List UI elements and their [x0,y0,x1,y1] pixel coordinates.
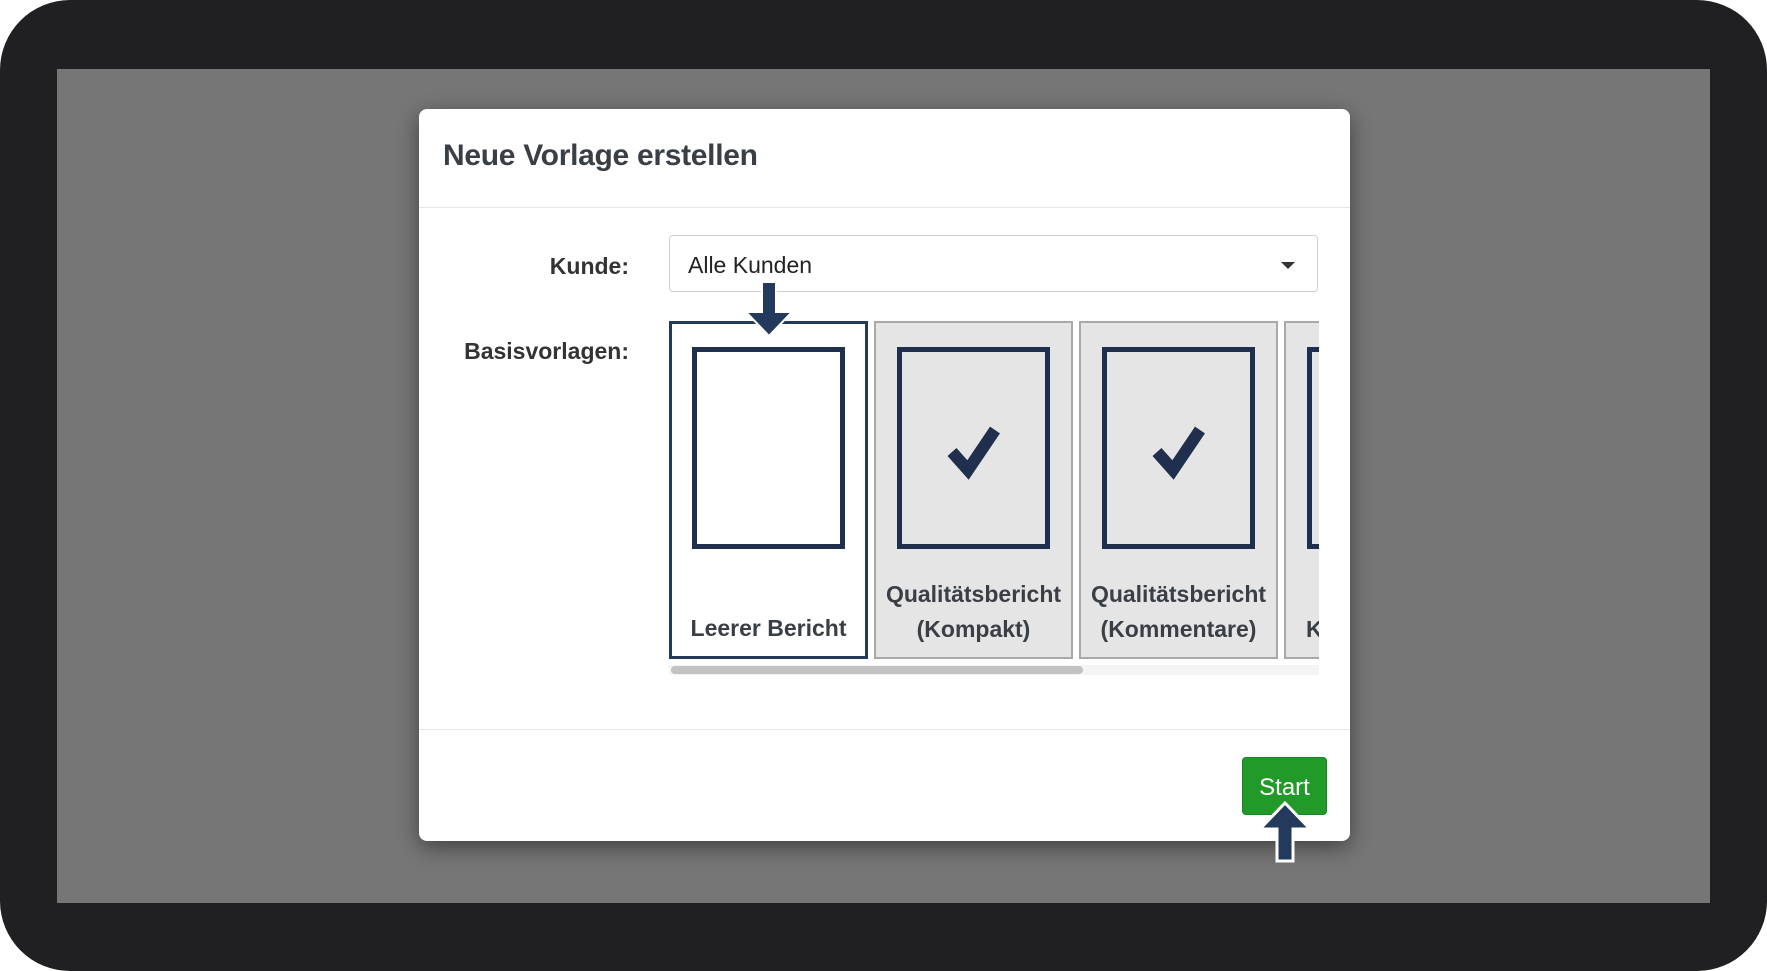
dialog-header: Neue Vorlage erstellen [419,109,1350,208]
customer-label: Kunde: [549,253,629,279]
template-tile-blank[interactable]: Leerer Bericht [669,321,868,659]
dialog-title: Neue Vorlage erstellen [443,139,758,172]
blank-document-icon [692,347,845,549]
customer-select-value: Alle Kunden [688,252,813,278]
template-tile-label: K [1306,616,1319,642]
template-carousel: Leerer Bericht Qualitätsbericht (Kompakt… [669,321,1319,674]
template-tile-partial[interactable]: K [1284,321,1319,659]
scrollbar-thumb[interactable] [671,666,1083,674]
checkmark-document-icon [897,347,1050,549]
device-frame: Neue Vorlage erstellen Kunde: Alle Kunde… [0,0,1767,971]
arrow-up-icon [1258,801,1312,863]
template-tile-quality-comments[interactable]: Qualitätsbericht (Kommentare) [1079,321,1278,659]
document-icon [1307,347,1319,549]
chevron-down-icon [1281,262,1295,269]
template-tile-quality-compact[interactable]: Qualitätsbericht (Kompakt) [874,321,1073,659]
footer-divider [419,729,1350,730]
template-tile-label: Leerer Bericht [690,615,847,641]
template-tile-label: Qualitätsbericht (Kompakt) [885,581,1062,642]
template-tile-label: Qualitätsbericht (Kommentare) [1090,581,1267,642]
templates-label: Basisvorlagen: [464,338,629,364]
new-template-dialog: Neue Vorlage erstellen Kunde: Alle Kunde… [419,109,1350,841]
arrow-down-icon [743,282,795,338]
checkmark-document-icon [1102,347,1255,549]
horizontal-scrollbar[interactable] [669,665,1319,675]
checkmark-icon [1152,426,1205,480]
checkmark-icon [947,426,1000,480]
